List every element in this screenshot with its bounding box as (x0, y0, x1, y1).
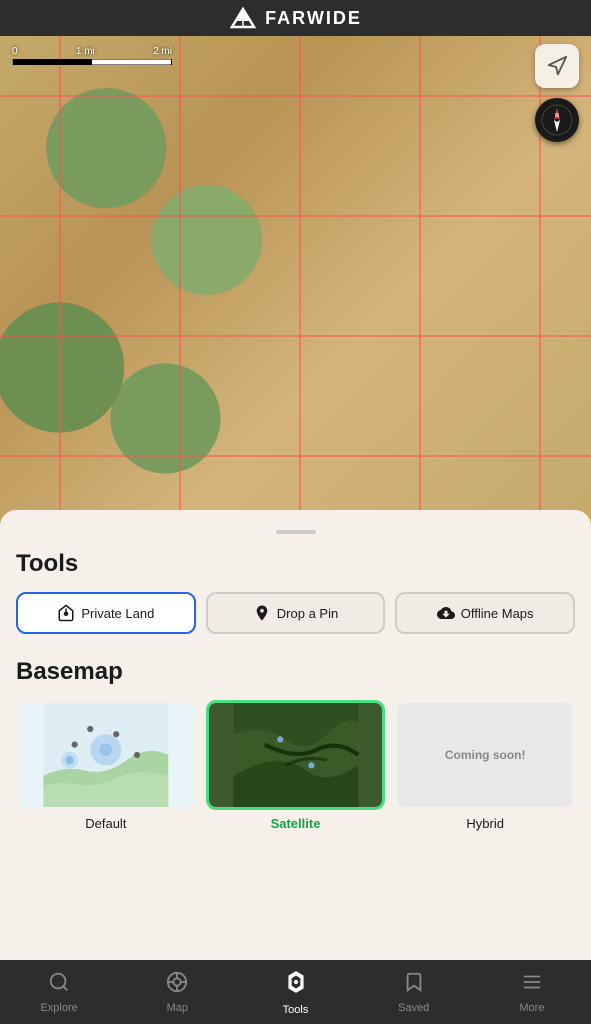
satellite-map-preview (209, 703, 383, 807)
basemap-section-title: Basemap (16, 658, 575, 686)
map-grid (0, 36, 591, 546)
basemap-default-thumb (16, 700, 196, 810)
basemap-row: Default Satellite (16, 700, 575, 831)
explore-icon (48, 971, 70, 999)
saved-icon (403, 971, 425, 999)
drop-pin-button[interactable]: Drop a Pin (206, 592, 386, 634)
scale-label-2: 2 mi (153, 46, 172, 57)
private-land-button[interactable]: Private Land (16, 592, 196, 634)
svg-text:N: N (555, 113, 559, 119)
nav-saved[interactable]: Saved (355, 965, 473, 1020)
scale-bar: 0 1 mi 2 mi (12, 46, 172, 65)
tools-row: Private Land Drop a Pin Offline Maps (16, 592, 575, 634)
nav-map[interactable]: Map (118, 965, 236, 1020)
compass[interactable]: N (535, 98, 579, 142)
nav-tools[interactable]: Tools (236, 963, 354, 1022)
basemap-satellite-thumb (206, 700, 386, 810)
more-icon (521, 971, 543, 999)
nav-explore[interactable]: Explore (0, 965, 118, 1020)
offline-maps-label: Offline Maps (461, 606, 534, 621)
tools-icon (283, 969, 309, 1001)
basemap-satellite-label: Satellite (271, 816, 321, 831)
bottom-nav: Explore Map Tools (0, 960, 591, 1024)
private-land-label: Private Land (81, 606, 154, 621)
nav-more[interactable]: More (473, 965, 591, 1020)
map-icon (166, 971, 188, 999)
bottom-panel: Tools Private Land Drop a Pin Offline Ma… (0, 510, 591, 960)
logo-icon (229, 7, 257, 29)
default-map-preview (19, 703, 193, 807)
basemap-default[interactable]: Default (16, 700, 196, 831)
scale-label-1: 1 mi (76, 46, 95, 57)
drop-pin-label: Drop a Pin (277, 606, 338, 621)
nav-saved-label: Saved (398, 1002, 429, 1014)
location-button[interactable] (535, 44, 579, 88)
basemap-default-label: Default (85, 816, 126, 831)
basemap-satellite[interactable]: Satellite (206, 700, 386, 831)
basemap-hybrid-label: Hybrid (466, 816, 504, 831)
offline-maps-button[interactable]: Offline Maps (395, 592, 575, 634)
basemap-hybrid-thumb: Coming soon! (395, 700, 575, 810)
scale-bar-line (12, 59, 172, 65)
nav-more-label: More (519, 1002, 544, 1014)
hybrid-map-preview: Coming soon! (398, 703, 572, 807)
tools-section-title: Tools (16, 550, 575, 578)
scale-bar-labels: 0 1 mi 2 mi (12, 46, 172, 57)
scale-label-0: 0 (12, 46, 18, 57)
app-logo: FARWIDE (229, 7, 362, 29)
nav-tools-label: Tools (283, 1004, 309, 1016)
top-bar: FARWIDE (0, 0, 591, 36)
panel-handle (276, 530, 316, 534)
coming-soon-text: Coming soon! (445, 748, 526, 762)
nav-map-label: Map (167, 1002, 188, 1014)
app-name: FARWIDE (265, 8, 362, 29)
map-view[interactable]: 0 1 mi 2 mi N (0, 36, 591, 546)
basemap-hybrid[interactable]: Coming soon! Hybrid (395, 700, 575, 831)
nav-explore-label: Explore (40, 1002, 77, 1014)
